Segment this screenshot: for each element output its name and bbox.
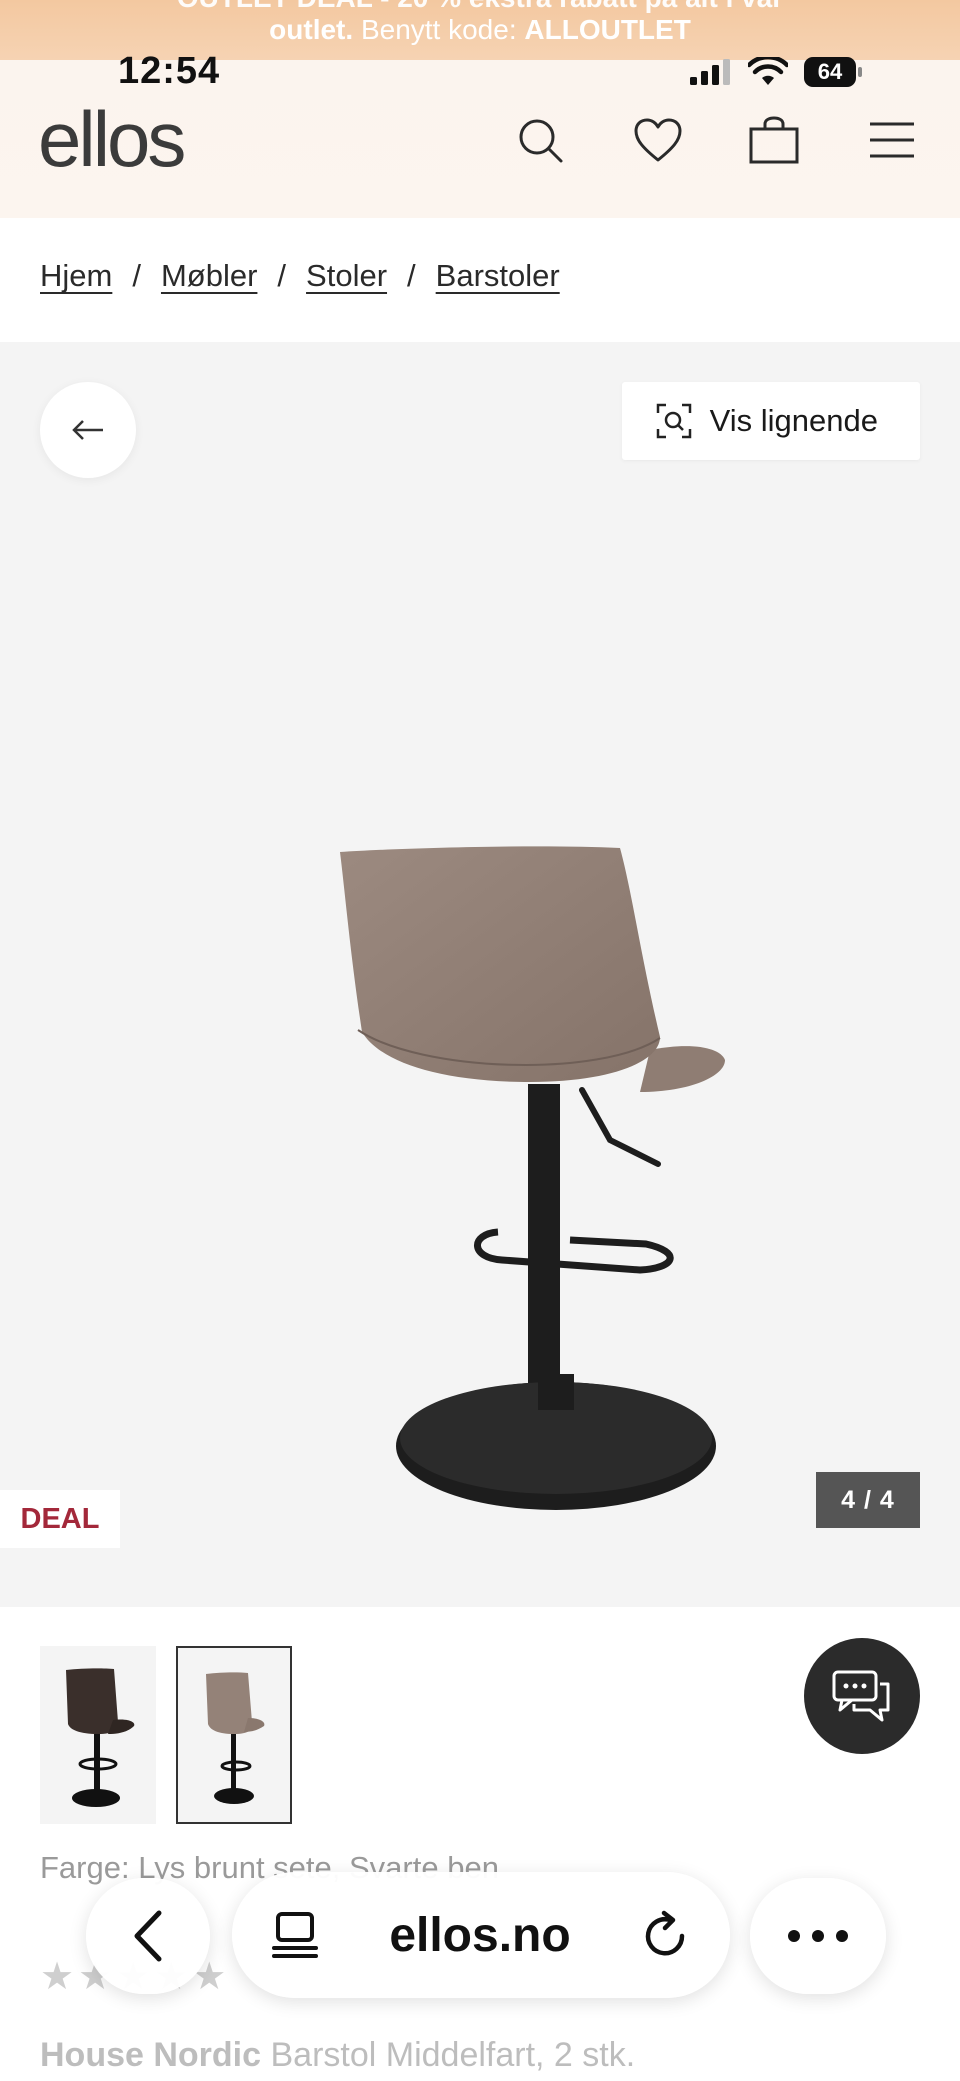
reload-icon[interactable] (642, 1910, 690, 1960)
ellos-logo[interactable]: ellos (38, 94, 186, 185)
gallery-back-button[interactable] (40, 382, 136, 478)
status-time: 12:54 (118, 50, 221, 92)
product-gallery[interactable]: Vis lignende DEAL 4 / 4 (0, 342, 960, 1607)
promo-text: Benytt kode: (353, 14, 525, 45)
wifi-icon (748, 57, 788, 85)
product-image (340, 846, 725, 1412)
promo-line-1: OUTLET DEAL - 20 % ekstra rabatt på alt … (0, 0, 960, 14)
breadcrumb: Hjem / Møbler / Stoler / Barstoler (40, 258, 560, 294)
battery-icon: 64 (804, 57, 862, 87)
thumbnail-1[interactable] (40, 1646, 156, 1824)
browser-more-button[interactable] (750, 1878, 886, 1994)
visual-search-icon (656, 403, 691, 439)
thumbnail-image (66, 1668, 135, 1807)
menu-icon[interactable] (864, 112, 920, 168)
similar-products-button[interactable]: Vis lignende (621, 382, 920, 460)
ellipsis-icon (788, 1930, 848, 1942)
arrow-left-icon (72, 420, 103, 440)
promo-line-2: outlet. Benytt kode: ALLOUTLET (0, 14, 960, 46)
chat-bubbles-icon (832, 1670, 890, 1722)
deal-badge: DEAL (0, 1490, 120, 1548)
signal-icon (690, 59, 730, 85)
url-text: ellos.no (389, 1908, 571, 1962)
status-icons: 64 (690, 56, 862, 88)
product-name: Barstol Middelfart, 2 stk. (261, 2036, 636, 2074)
chevron-left-icon (134, 1910, 162, 1962)
product-title: House Nordic Barstol Middelfart, 2 stk. (40, 2036, 635, 2075)
breadcrumb-stoler[interactable]: Stoler (306, 258, 387, 294)
promo-bold: outlet. (269, 14, 354, 45)
shopping-bag-icon[interactable] (746, 112, 802, 168)
search-icon[interactable] (512, 112, 568, 168)
chat-button[interactable] (804, 1638, 920, 1754)
breadcrumb-barstoler[interactable]: Barstoler (436, 258, 560, 294)
breadcrumb-mobler[interactable]: Møbler (161, 258, 257, 294)
promo-code: ALLOUTLET (524, 14, 691, 45)
browser-toolbar: ellos.no (0, 1862, 960, 2002)
breadcrumb-separator: / (277, 258, 287, 293)
image-counter: 4 / 4 (816, 1472, 920, 1528)
breadcrumb-separator: / (132, 258, 141, 293)
thumbnail-2[interactable] (176, 1646, 292, 1824)
address-bar[interactable]: ellos.no (232, 1872, 730, 1998)
browser-back-button[interactable] (86, 1878, 210, 1994)
heart-icon[interactable] (630, 112, 686, 168)
product-brand[interactable]: House Nordic (40, 2036, 261, 2074)
stool-base (396, 1374, 716, 1510)
thumbnail-strip (40, 1646, 292, 1824)
breadcrumb-separator: / (407, 258, 416, 293)
similar-products-label: Vis lignende (709, 403, 878, 438)
thumbnail-image (206, 1672, 265, 1804)
breadcrumb-home[interactable]: Hjem (40, 258, 112, 294)
reader-mode-icon[interactable] (272, 1911, 318, 1959)
